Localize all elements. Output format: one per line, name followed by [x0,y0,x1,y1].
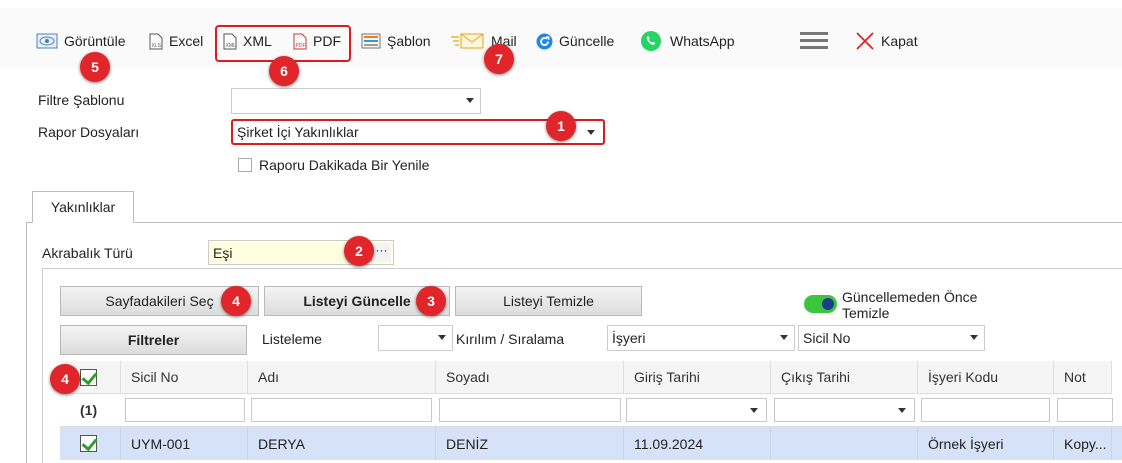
step-marker-4: 4 [221,286,251,316]
chevron-down-icon [970,335,978,340]
step-marker-1: 1 [546,111,576,141]
filter-input-soyadi[interactable] [439,398,621,422]
breakdown-select-2[interactable]: Sicil No [798,325,985,351]
eye-icon [36,33,58,49]
column-header-giris-tarihi[interactable]: Giriş Tarihi [624,361,771,394]
excel-label: Excel [169,33,204,49]
table-row[interactable]: UYM-001 DERYA DENİZ 11.09.2024 Örnek İşy… [60,427,1122,460]
close-icon [855,31,875,51]
filter-input-sicil-no[interactable] [125,398,245,422]
auto-refresh-checkbox[interactable] [238,158,252,172]
cell-isyeri-kodu: Örnek İşyeri [918,427,1054,460]
filters-button[interactable]: Filtreler [60,325,247,355]
filter-input-adi[interactable] [251,398,432,422]
clear-before-update-toggle[interactable] [804,295,837,313]
cell-giris-tarihi: 11.09.2024 [624,427,771,460]
breakdown-select-1[interactable]: İşyeri [607,325,795,351]
chevron-down-icon [466,98,474,103]
hamburger-icon [800,30,828,50]
view-button[interactable]: Görüntüle [36,31,125,51]
template-icon [361,33,381,49]
panel-border [26,222,27,463]
cell-not: Kopy... [1054,427,1112,460]
row-checkbox[interactable] [80,435,97,452]
report-files-value: Şirket İçi Yakınlıklar [237,124,359,140]
filter-input-giris-tarihi[interactable] [626,398,767,422]
step-marker-5: 5 [80,52,110,82]
cell-cikis-tarihi [771,427,918,460]
column-header-sicil-no[interactable]: Sicil No [121,361,248,394]
clear-list-button[interactable]: Listeyi Temizle [455,286,642,316]
filter-template-label: Filtre Şablonu [38,92,125,108]
chevron-down-icon [587,130,595,135]
step-marker-6: 6 [269,56,299,86]
column-header-isyeri-kodu[interactable]: İşyeri Kodu [918,361,1054,394]
filter-input-isyeri-kodu[interactable] [921,398,1050,422]
view-label: Görüntüle [64,33,126,49]
listing-label: Listeleme [262,331,322,347]
clear-before-update-label: Güncellemeden Önce Temizle [842,289,978,321]
tab-yakinliklar[interactable]: Yakınlıklar [32,191,134,223]
step-marker-3: 3 [416,286,446,316]
select-all-checkbox[interactable] [80,368,97,386]
excel-button[interactable]: XLS Excel [149,31,203,51]
excel-file-icon: XLS [149,33,163,50]
cell-adi: DERYA [248,427,436,460]
chevron-down-icon [780,335,788,340]
relation-type-label: Akrabalık Türü [42,245,133,261]
cell-soyadi: DENİZ [436,427,624,460]
svg-text:XLS: XLS [152,43,162,49]
chevron-down-icon [438,335,446,340]
filter-template-select[interactable] [231,88,481,114]
breakdown-label: Kırılım / Sıralama [456,331,565,347]
envelope-icon [451,32,485,50]
close-button[interactable]: Kapat [855,31,918,51]
listing-select[interactable] [378,325,453,351]
whatsapp-label: WhatsApp [670,33,735,49]
auto-refresh-label: Raporu Dakikada Bir Yenile [259,157,430,173]
whatsapp-icon [640,30,662,52]
refresh-button[interactable]: Güncelle [536,31,614,51]
row-count: (1) [80,402,98,418]
column-header-cikis-tarihi[interactable]: Çıkış Tarihi [771,361,918,394]
cell-sicil-no: UYM-001 [121,427,248,460]
column-header-soyadi[interactable]: Soyadı [436,361,624,394]
close-label: Kapat [881,33,918,49]
filter-input-not[interactable] [1057,398,1113,422]
whatsapp-button[interactable]: WhatsApp [640,31,735,51]
step-marker-7: 7 [484,44,514,74]
column-header-not[interactable]: Not [1054,361,1112,394]
column-header-adi[interactable]: Adı [248,361,436,394]
filter-row: (1) [60,394,1122,427]
breakdown-value-2: Sicil No [803,330,851,346]
template-label: Şablon [387,33,431,49]
step-marker-2: 2 [344,236,374,266]
hamburger-menu-button[interactable] [800,30,828,50]
report-files-label: Rapor Dosyaları [38,124,140,140]
refresh-icon [536,33,553,50]
breakdown-value-1: İşyeri [612,330,646,346]
row-select-cell[interactable] [60,427,121,460]
chevron-down-icon [750,408,758,413]
chevron-down-icon [898,408,906,413]
ellipsis-icon[interactable]: ··· [371,243,391,262]
filter-input-cikis-tarihi[interactable] [774,398,915,422]
tab-divider [26,222,1122,223]
relation-type-value: Eşi [213,244,233,261]
template-button[interactable]: Şablon [361,31,431,51]
refresh-label: Güncelle [559,33,615,49]
step-marker-4-grid: 4 [50,364,80,394]
